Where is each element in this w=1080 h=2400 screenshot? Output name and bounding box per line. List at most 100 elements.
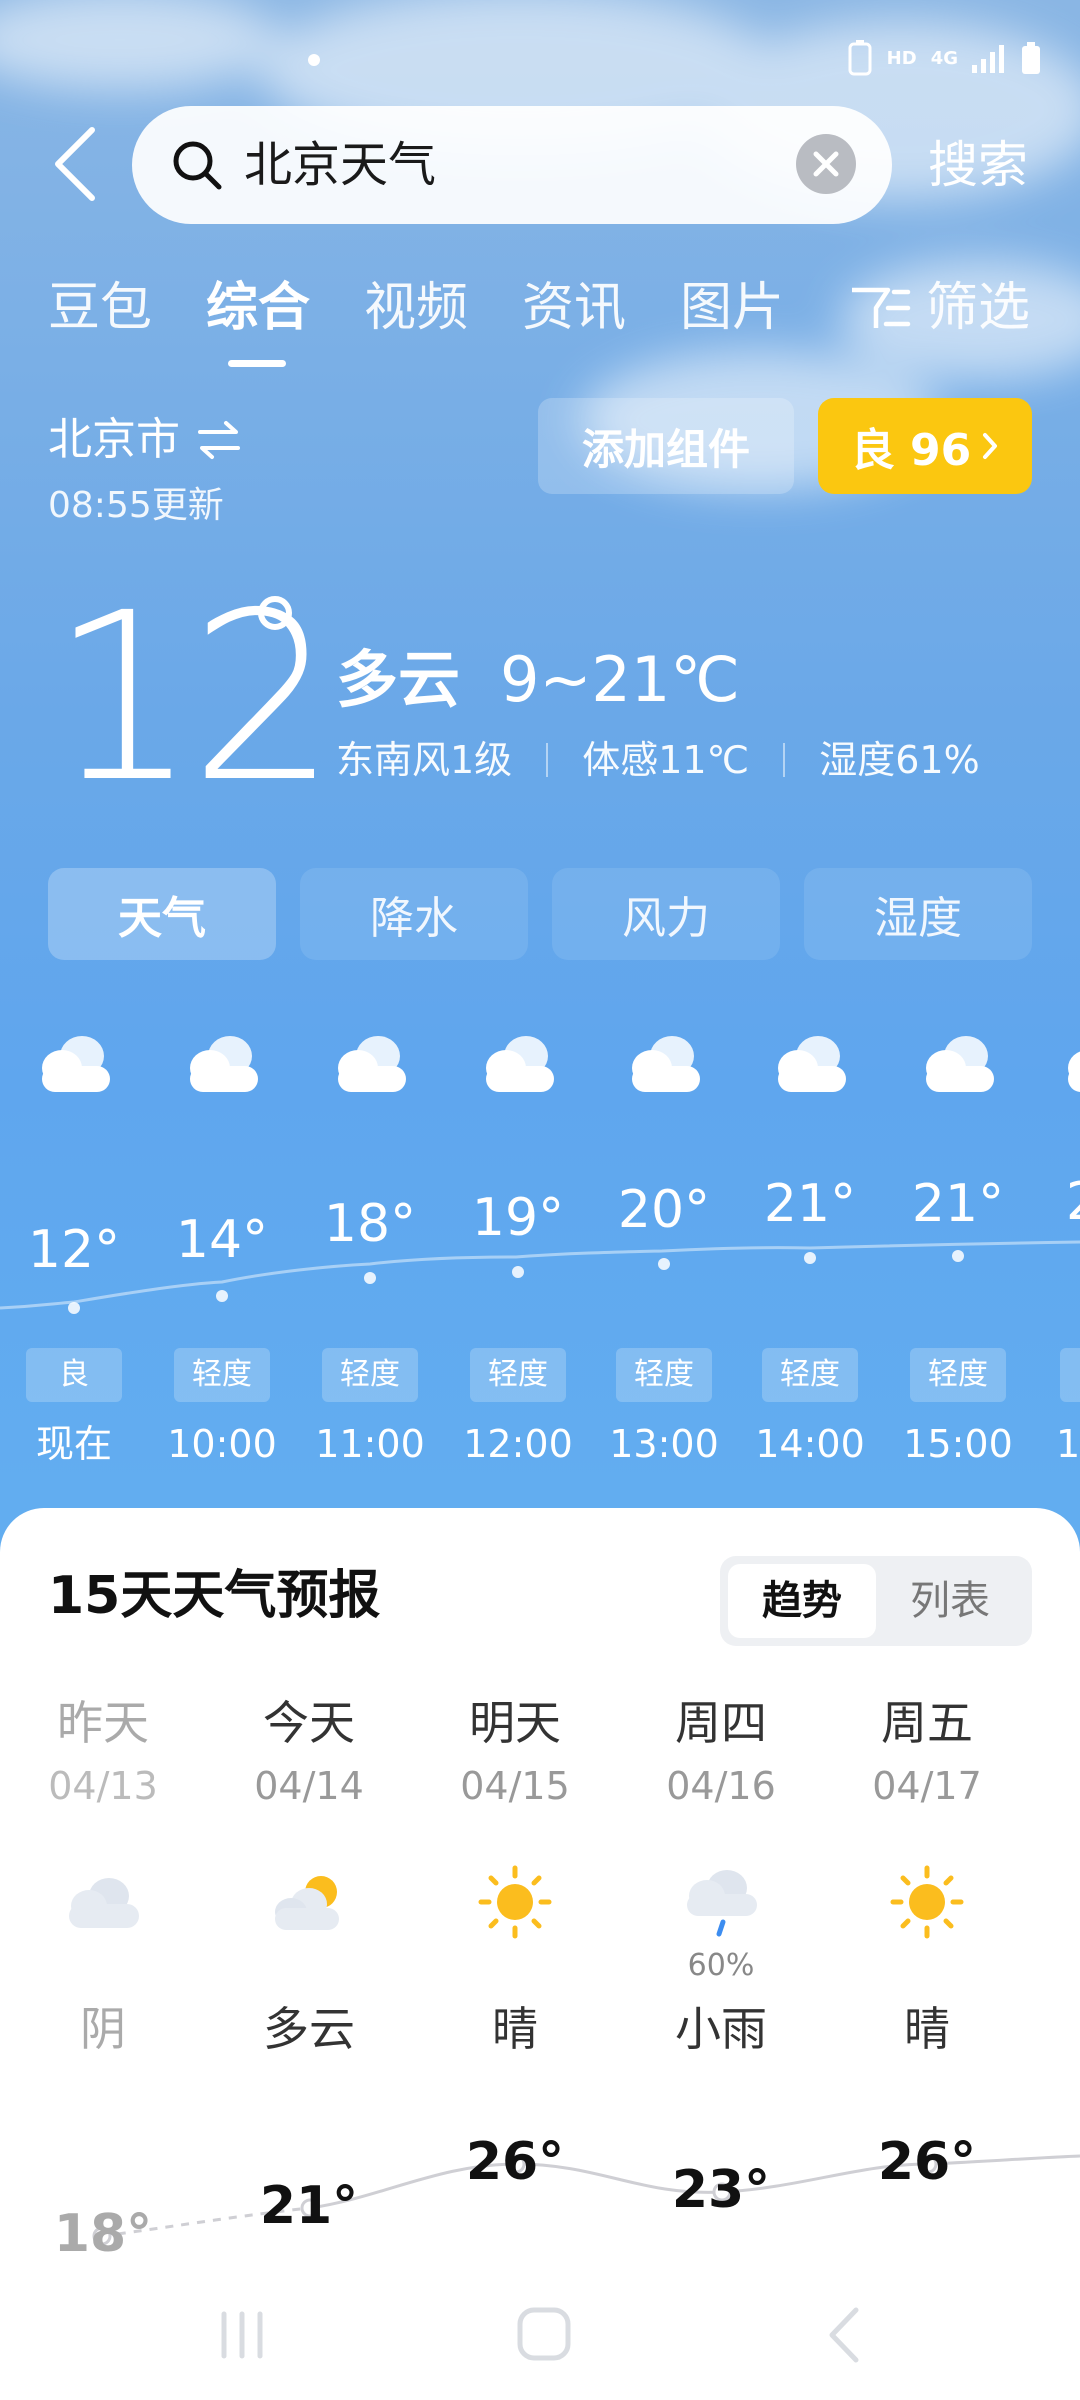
day-name: 周四 <box>675 1696 767 1750</box>
divider <box>783 743 786 777</box>
home-icon[interactable] <box>504 2300 584 2370</box>
tab-images[interactable]: 图片 <box>680 272 784 344</box>
day-temp: 26° <box>877 2132 977 2192</box>
battery-saver-icon <box>848 40 872 76</box>
city-name[interactable]: 北京市 <box>48 410 180 470</box>
system-navigation-bar <box>0 2270 1080 2400</box>
hour-temp: 18° <box>323 1194 417 1254</box>
hour-temp: 19° <box>471 1188 565 1248</box>
cloud-icon <box>778 1036 846 1092</box>
search-icon <box>173 141 222 190</box>
hour-aqi: 轻度 <box>616 1348 712 1402</box>
signal-icon <box>972 45 1004 73</box>
cloud-icon <box>486 1036 554 1092</box>
tab-general[interactable]: 综合 <box>206 272 310 344</box>
hour-time: 12:00 <box>463 1422 573 1466</box>
hd-icon: HD <box>886 47 917 69</box>
degree-symbol <box>258 596 292 630</box>
hour-item: 21° 轻度 14:00 <box>740 1010 880 1490</box>
cloud-icon <box>1068 1051 1080 1092</box>
hour-dot <box>952 1250 964 1262</box>
current-details: 东南风1级 体感11℃ 湿度61% <box>336 735 980 785</box>
hour-dot <box>512 1266 524 1278</box>
hour-temp: 21° <box>763 1174 857 1234</box>
humidity: 湿度61% <box>819 738 980 782</box>
hour-dot <box>658 1258 670 1270</box>
temperature-range: 9~21℃ <box>500 643 740 716</box>
day-item[interactable]: 今天 04/14 多云 21° <box>206 1694 412 2254</box>
switch-city-icon[interactable] <box>196 420 242 460</box>
hour-time: 10:00 <box>167 1422 277 1466</box>
hour-temp: 2 <box>1066 1170 1080 1234</box>
partly-cloudy-icon <box>275 1876 339 1930</box>
hour-temp: 12° <box>27 1220 121 1280</box>
cloud-icon <box>926 1036 994 1092</box>
search-tabs: 豆包 综合 视频 资讯 图片 筛选 <box>0 272 1080 372</box>
cloud-icon <box>338 1036 406 1092</box>
day-date: 04/16 <box>666 1764 776 1808</box>
tab-video[interactable]: 视频 <box>364 272 468 344</box>
search-button[interactable]: 搜索 <box>928 134 1028 196</box>
rain-probability: 60% <box>687 1948 755 1983</box>
filter-icon[interactable] <box>850 284 912 336</box>
subtab-wind[interactable]: 风力 <box>552 868 780 960</box>
back-arrow-icon[interactable] <box>48 122 108 206</box>
back-icon[interactable] <box>806 2300 886 2370</box>
sun-icon <box>890 1865 964 1939</box>
day-condition: 阴 <box>80 2002 126 2056</box>
hour-temp: 21° <box>911 1174 1005 1234</box>
day-item[interactable]: 昨天 04/13 阴 18° <box>0 1694 206 2264</box>
battery-icon <box>1022 42 1040 74</box>
hour-aqi: 轻度 <box>174 1348 270 1402</box>
aqi-badge-button[interactable]: 良 96 <box>818 398 1032 494</box>
recent-apps-icon[interactable] <box>202 2300 282 2370</box>
tab-filter[interactable]: 筛选 <box>926 272 1030 344</box>
chevron-right-icon <box>983 433 998 459</box>
hour-time: 1 <box>1056 1422 1080 1466</box>
day-item[interactable]: 明天 04/15 晴 26° <box>412 1694 618 2254</box>
hour-aqi: 轻度 <box>322 1348 418 1402</box>
day-name: 明天 <box>469 1696 561 1750</box>
day-item[interactable]: 周五 04/17 晴 26° <box>824 1694 1030 2254</box>
subtab-humidity[interactable]: 湿度 <box>804 868 1032 960</box>
search-query: 北京天气 <box>244 137 437 193</box>
day-temp: 23° <box>671 2160 771 2220</box>
hour-time: 15:00 <box>903 1422 1013 1466</box>
hour-item: 2 1 <box>1036 1010 1080 1490</box>
subtab-precipitation[interactable]: 降水 <box>300 868 528 960</box>
hour-time: 11:00 <box>315 1422 425 1466</box>
cloud-icon <box>42 1036 110 1092</box>
forecast-card: 15天天气预报 趋势 列表 昨天 04/13 阴 18° 今天 04/14 多云… <box>0 1508 1080 2400</box>
hour-item: 19° 轻度 12:00 <box>448 1010 588 1490</box>
view-toggle: 趋势 列表 <box>720 1556 1032 1646</box>
day-date: 04/13 <box>48 1764 158 1808</box>
subtab-weather[interactable]: 天气 <box>48 868 276 960</box>
cloud-icon <box>632 1036 700 1092</box>
hour-aqi: 轻度 <box>910 1348 1006 1402</box>
clear-icon[interactable] <box>796 134 856 194</box>
day-date: 04/14 <box>254 1764 364 1808</box>
day-date: 04/17 <box>872 1764 982 1808</box>
day-condition: 多云 <box>263 2002 355 2056</box>
toggle-list[interactable]: 列表 <box>876 1564 1024 1638</box>
hour-time: 现在 <box>35 1422 112 1466</box>
toggle-trend[interactable]: 趋势 <box>728 1564 876 1638</box>
forecast-title: 15天天气预报 <box>48 1566 381 1626</box>
tab-doubao[interactable]: 豆包 <box>48 272 152 344</box>
hour-temp: 14° <box>175 1210 269 1270</box>
status-bar: HD 4G <box>0 0 1080 120</box>
day-item[interactable]: 周四 04/16 60% 小雨 23° <box>618 1694 824 2254</box>
update-time: 08:55更新 <box>48 485 224 526</box>
tab-news[interactable]: 资讯 <box>522 272 626 344</box>
hour-aqi: 良 <box>26 1348 122 1402</box>
hour-item: 14° 轻度 10:00 <box>152 1010 292 1490</box>
hour-aqi: 轻度 <box>470 1348 566 1402</box>
hourly-forecast[interactable]: 12° 良 现在 14° 轻度 10:00 18° 轻度 11:00 19° 轻… <box>0 1010 1080 1490</box>
day-name: 周五 <box>881 1696 973 1750</box>
search-input[interactable]: 北京天气 <box>132 106 892 224</box>
day-condition: 晴 <box>904 2002 950 2056</box>
add-widget-button[interactable]: 添加组件 <box>538 398 794 494</box>
hour-item: 21° 轻度 15:00 <box>888 1010 1028 1490</box>
sun-icon <box>478 1865 552 1939</box>
hour-item: 18° 轻度 11:00 <box>300 1010 440 1490</box>
